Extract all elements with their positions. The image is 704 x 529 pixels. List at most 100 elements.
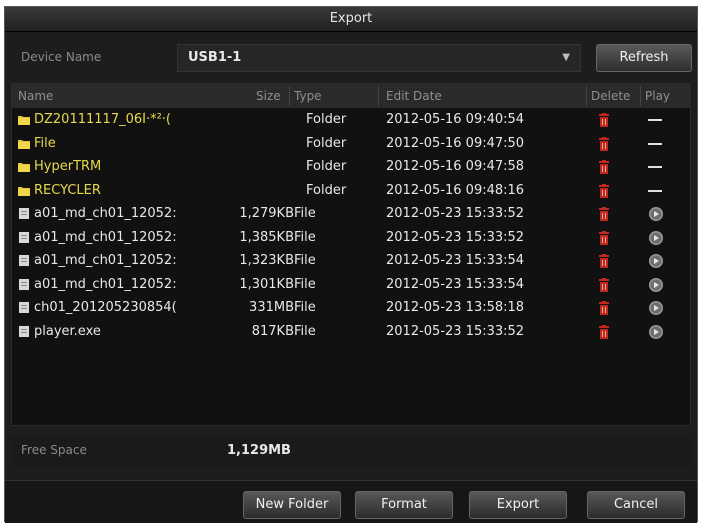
- device-row: Device Name USB1-1 ▼ Refresh: [11, 44, 692, 74]
- play-icon[interactable]: [648, 277, 664, 293]
- column-header-type[interactable]: Type: [294, 89, 322, 103]
- file-row[interactable]: a01_md_ch01_12052: 1,279KB File 2012-05-23 …: [12, 203, 690, 226]
- play-icon[interactable]: [648, 253, 664, 269]
- no-play-indicator: [648, 142, 662, 145]
- trash-icon[interactable]: [599, 301, 609, 315]
- file-row[interactable]: ch01_201205230854( 331MB File 2012-05-23 13…: [12, 297, 690, 320]
- file-type: File: [294, 206, 316, 221]
- column-header-size[interactable]: Size: [256, 89, 281, 103]
- file-type: File: [294, 300, 316, 315]
- file-edit-date: 2012-05-16 09:40:54: [386, 112, 525, 127]
- export-button[interactable]: Export: [469, 491, 567, 519]
- file-name: DZ20111117_06Ì·*²·(: [34, 112, 172, 127]
- file-name: HyperTRM: [34, 159, 102, 174]
- file-type: Folder: [306, 112, 347, 127]
- file-row[interactable]: a01_md_ch01_12052: 1,323KB File 2012-05-23 …: [12, 250, 690, 273]
- play-icon[interactable]: [648, 230, 664, 246]
- file-edit-date: 2012-05-16 09:47:58: [386, 159, 525, 174]
- file-name: RECYCLER: [34, 182, 101, 198]
- no-play-indicator: [648, 166, 662, 168]
- folder-icon: [18, 114, 30, 125]
- file-icon: [18, 255, 30, 266]
- format-button[interactable]: Format: [355, 491, 453, 519]
- play-icon[interactable]: [648, 206, 664, 222]
- file-name: File: [34, 135, 56, 151]
- file-row[interactable]: player.exe 817KB File 2012-05-23 15:33:52: [12, 321, 690, 344]
- file-type: File: [294, 253, 316, 268]
- dialog-title: Export: [5, 7, 697, 32]
- column-header-edit-date[interactable]: Edit Date: [386, 89, 442, 103]
- folder-icon: [18, 185, 30, 196]
- folder-icon: [18, 138, 30, 149]
- chevron-down-icon: ▼: [562, 52, 570, 63]
- free-space-label: Free Space: [21, 443, 87, 457]
- file-type: File: [294, 229, 316, 245]
- file-name: a01_md_ch01_12052:: [34, 229, 177, 245]
- file-size: 817KB: [251, 323, 294, 339]
- no-play-indicator: [648, 119, 662, 121]
- trash-icon[interactable]: [599, 136, 609, 151]
- trash-icon[interactable]: [599, 113, 609, 127]
- trash-icon[interactable]: [599, 183, 609, 198]
- trash-icon[interactable]: [599, 324, 609, 339]
- file-name: player.exe: [34, 323, 101, 339]
- device-select[interactable]: USB1-1 ▼: [177, 44, 581, 72]
- trash-icon[interactable]: [599, 160, 609, 174]
- file-size: 1,279KB: [239, 206, 294, 221]
- free-space-value: 1,129MB: [227, 443, 291, 458]
- column-header-name[interactable]: Name: [18, 89, 53, 103]
- file-name: ch01_201205230854(: [34, 300, 177, 315]
- file-row[interactable]: DZ20111117_06Ì·*²·( Folder 2012-05-16 09:4…: [12, 109, 690, 132]
- refresh-button[interactable]: Refresh: [596, 44, 692, 72]
- export-dialog: Export Device Name USB1-1 ▼ Refresh Name…: [4, 6, 698, 523]
- trash-icon[interactable]: [599, 230, 609, 245]
- file-size: 1,385KB: [239, 229, 294, 245]
- file-icon: [18, 231, 30, 243]
- column-divider: [586, 86, 587, 106]
- file-edit-date: 2012-05-23 13:58:18: [386, 300, 525, 315]
- file-size: 1,323KB: [239, 253, 294, 268]
- file-icon: [18, 208, 30, 219]
- file-edit-date: 2012-05-23 15:33:52: [386, 323, 525, 339]
- column-header-delete: Delete: [591, 89, 631, 103]
- file-type: Folder: [306, 182, 347, 198]
- column-header-play: Play: [645, 89, 671, 103]
- play-icon[interactable]: [648, 324, 664, 340]
- play-icon[interactable]: [648, 300, 664, 316]
- trash-icon[interactable]: [599, 277, 609, 292]
- file-list-header: Name Size Type Edit Date Delete Play: [12, 84, 690, 108]
- trash-icon[interactable]: [599, 254, 609, 268]
- new-folder-button[interactable]: New Folder: [243, 491, 341, 519]
- column-divider: [378, 86, 379, 106]
- file-edit-date: 2012-05-16 09:47:50: [386, 135, 525, 151]
- file-edit-date: 2012-05-23 15:33:52: [386, 229, 525, 245]
- file-row[interactable]: a01_md_ch01_12052: 1,385KB File 2012-05-23 …: [12, 227, 690, 250]
- file-type: Folder: [306, 135, 347, 151]
- file-icon: [18, 278, 30, 290]
- file-type: File: [294, 276, 316, 292]
- file-row[interactable]: HyperTRM Folder 2012-05-16 09:47:58: [12, 156, 690, 179]
- file-edit-date: 2012-05-16 09:48:16: [386, 182, 525, 198]
- file-edit-date: 2012-05-23 15:33:52: [386, 206, 525, 221]
- column-divider: [289, 86, 290, 106]
- file-name: a01_md_ch01_12052:: [34, 276, 177, 292]
- file-row[interactable]: RECYCLER Folder 2012-05-16 09:48:16: [12, 180, 690, 203]
- cancel-button[interactable]: Cancel: [587, 491, 685, 519]
- file-size: 331MB: [249, 300, 294, 315]
- file-row[interactable]: a01_md_ch01_12052: 1,301KB File 2012-05-23 …: [12, 274, 690, 297]
- file-icon: [18, 302, 30, 313]
- device-selected-value: USB1-1: [188, 50, 242, 65]
- trash-icon[interactable]: [599, 207, 609, 221]
- folder-icon: [18, 161, 30, 172]
- file-type: Folder: [306, 159, 347, 174]
- file-name: a01_md_ch01_12052:: [34, 253, 177, 268]
- file-edit-date: 2012-05-23 15:33:54: [386, 253, 525, 268]
- free-space-row: Free Space 1,129MB: [11, 436, 691, 466]
- file-name: a01_md_ch01_12052:: [34, 206, 177, 221]
- file-type: File: [294, 323, 316, 339]
- file-edit-date: 2012-05-23 15:33:54: [386, 276, 525, 292]
- file-row[interactable]: File Folder 2012-05-16 09:47:50: [12, 133, 690, 156]
- file-list: Name Size Type Edit Date Delete Play DZ2…: [11, 83, 691, 426]
- file-icon: [18, 325, 30, 337]
- device-name-label: Device Name: [21, 50, 102, 64]
